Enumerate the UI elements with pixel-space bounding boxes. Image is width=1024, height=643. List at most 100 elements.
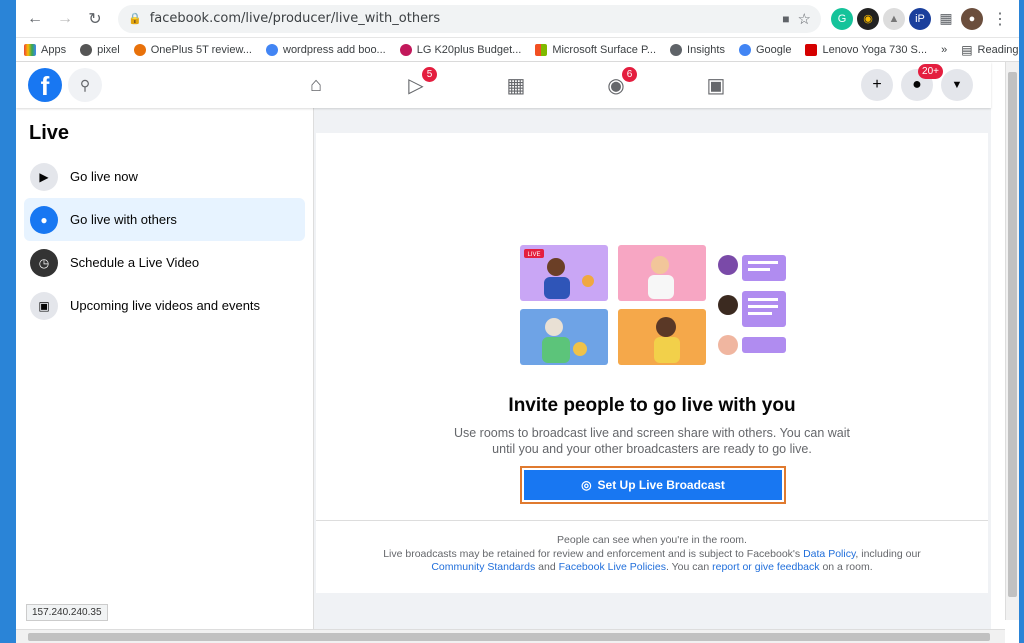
bookmark-label: Google <box>755 43 792 56</box>
oneplus-icon <box>133 43 146 56</box>
live-rooms-illustration: LIVE <box>520 245 786 365</box>
footer-text-part: Live broadcasts may be retained for revi… <box>383 547 804 560</box>
url-input[interactable]: 🔒 facebook.com/live/producer/live_with_o… <box>118 4 821 33</box>
sidebar-item-label: Schedule a Live Video <box>70 255 200 270</box>
extension-icon[interactable]: ◉ <box>857 7 879 30</box>
invite-description: Use rooms to broadcast live and screen s… <box>453 426 851 456</box>
notifications-badge: 20+ <box>918 64 943 79</box>
setup-live-broadcast-button[interactable]: ◎ Set Up Live Broadcast <box>524 470 782 500</box>
report-feedback-link[interactable]: report or give feedback <box>712 561 819 573</box>
sidebar-item-label: Go live now <box>70 169 138 184</box>
setup-button-label: Set Up Live Broadcast <box>597 478 725 492</box>
sidebar-item-go-live-now[interactable]: ▶ Go live now <box>24 155 305 198</box>
ip-icon[interactable]: iP <box>909 7 931 30</box>
watch-badge: 5 <box>422 67 437 82</box>
back-icon[interactable]: ← <box>22 6 48 32</box>
desktop-edge-left <box>0 0 16 643</box>
bookmark-label: Lenovo Yoga 730 S... <box>822 43 928 56</box>
gaming-icon[interactable]: ▣ <box>666 62 766 108</box>
camera-blocked-icon[interactable]: ■ <box>782 12 789 26</box>
search-icon[interactable]: ⚲ <box>68 68 102 102</box>
bookmark-item[interactable]: OnePlus 5T review... <box>133 43 252 56</box>
vertical-scrollbar[interactable] <box>1005 62 1019 620</box>
create-button[interactable]: + <box>861 69 893 101</box>
sidebar-item-upcoming-live-videos[interactable]: ▣ Upcoming live videos and events <box>24 284 305 327</box>
microsoft-icon <box>535 43 548 56</box>
google-icon <box>266 43 278 56</box>
bookmark-item[interactable]: wordpress add boo... <box>266 43 386 56</box>
footer-text-part: and <box>535 561 559 573</box>
clock-icon: ◷ <box>30 248 58 277</box>
account-menu-button[interactable]: ▼ <box>941 69 973 101</box>
messenger-icon: ◎ <box>581 478 592 492</box>
calendar-icon: ▣ <box>30 291 58 320</box>
sidebar-item-label: Go live with others <box>70 212 177 227</box>
footer-text-part: . You can <box>665 561 713 573</box>
browser-window: ← → ↻ 🔒 facebook.com/live/producer/live_… <box>16 0 1019 643</box>
bookmark-label: LG K20plus Budget... <box>416 43 522 56</box>
bookmark-label: Microsoft Surface P... <box>552 43 657 56</box>
apps-icon <box>24 43 36 56</box>
caret-down-icon: ▼ <box>951 79 963 91</box>
star-icon[interactable]: ☆ <box>798 10 811 28</box>
more-bookmarks-icon[interactable]: » <box>941 44 947 56</box>
shield-icon[interactable]: ▲ <box>883 7 905 30</box>
notifications-button[interactable]: ● 20+ <box>901 64 943 101</box>
grammarly-icon[interactable]: G <box>831 7 853 30</box>
puzzle-icon[interactable]: ▦ <box>935 8 957 30</box>
facebook-logo-letter: f <box>40 71 50 101</box>
bookmark-item[interactable]: Apps <box>24 43 67 56</box>
bookmark-item[interactable]: pixel <box>80 43 120 56</box>
live-sidebar: Live ▶ Go live now ● Go live with others… <box>16 108 314 643</box>
bell-icon: ● <box>912 76 922 93</box>
globe-icon <box>670 43 683 56</box>
reload-icon[interactable]: ↻ <box>82 6 108 32</box>
people-icon: ● <box>30 205 58 234</box>
facebook-header: f ⚲ ⌂ ▷ 5 ▦ ◉ 6 ▣ + ● 20+ ▼ <box>16 62 991 108</box>
apple-icon <box>80 43 93 56</box>
lenovo-icon <box>805 43 818 56</box>
facebook-logo[interactable]: f <box>28 68 62 102</box>
bookmark-label: Apps <box>41 43 67 56</box>
avatar[interactable]: ● <box>961 7 983 30</box>
live-policies-link[interactable]: Facebook Live Policies <box>559 561 666 573</box>
forward-icon[interactable]: → <box>52 6 78 32</box>
bookmark-label: OnePlus 5T review... <box>150 43 252 56</box>
main-content: LIVE Invite people to go live with you U… <box>314 108 991 643</box>
reading-list-label: Reading list <box>977 43 1019 56</box>
camera-icon: ▶ <box>30 162 58 191</box>
watch-icon[interactable]: ▷ 5 <box>366 62 466 108</box>
bookmark-item[interactable]: Microsoft Surface P... <box>535 43 657 56</box>
invite-title: Invite people to go live with you <box>508 395 796 416</box>
sidebar-item-schedule-live-video[interactable]: ◷ Schedule a Live Video <box>24 241 305 284</box>
bookmark-label: Insights <box>687 43 725 56</box>
google-icon <box>738 43 751 56</box>
invite-card: LIVE Invite people to go live with you U… <box>316 133 988 593</box>
status-url: 157.240.240.35 <box>26 604 108 621</box>
groups-icon[interactable]: ◉ 6 <box>566 62 666 108</box>
footer-line-2: Live broadcasts may be retained for revi… <box>366 548 938 562</box>
url-text: facebook.com/live/producer/live_with_oth… <box>149 11 441 26</box>
community-standards-link[interactable]: Community Standards <box>431 561 535 573</box>
bookmark-item[interactable]: Google <box>738 43 792 56</box>
data-policy-link[interactable]: Data Policy <box>803 548 855 560</box>
sidebar-item-go-live-with-others[interactable]: ● Go live with others <box>24 198 305 241</box>
scroll-thumb[interactable] <box>28 633 990 641</box>
horizontal-scrollbar[interactable] <box>16 629 1005 643</box>
live-badge: LIVE <box>527 252 540 258</box>
divider <box>316 520 988 521</box>
bookmark-item[interactable]: Lenovo Yoga 730 S... <box>805 43 928 56</box>
marketplace-icon[interactable]: ▦ <box>466 62 566 108</box>
plus-icon: + <box>872 76 882 93</box>
setup-button-highlight: ◎ Set Up Live Broadcast <box>520 466 786 504</box>
reading-list-button[interactable]: ▤ Reading list <box>961 43 1019 57</box>
footer-text: People can see when you're in the room. … <box>366 534 938 575</box>
bookmark-item[interactable]: Insights <box>670 43 725 56</box>
bookmark-label: pixel <box>97 43 120 56</box>
scroll-thumb[interactable] <box>1008 72 1017 597</box>
bookmark-item[interactable]: LG K20plus Budget... <box>399 43 522 56</box>
menu-icon[interactable]: ⋮ <box>987 6 1013 32</box>
home-icon[interactable]: ⌂ <box>266 62 366 108</box>
bookmarks-bar: Apps pixel OnePlus 5T review... wordpres… <box>16 38 1019 62</box>
reading-list-icon: ▤ <box>961 42 973 57</box>
